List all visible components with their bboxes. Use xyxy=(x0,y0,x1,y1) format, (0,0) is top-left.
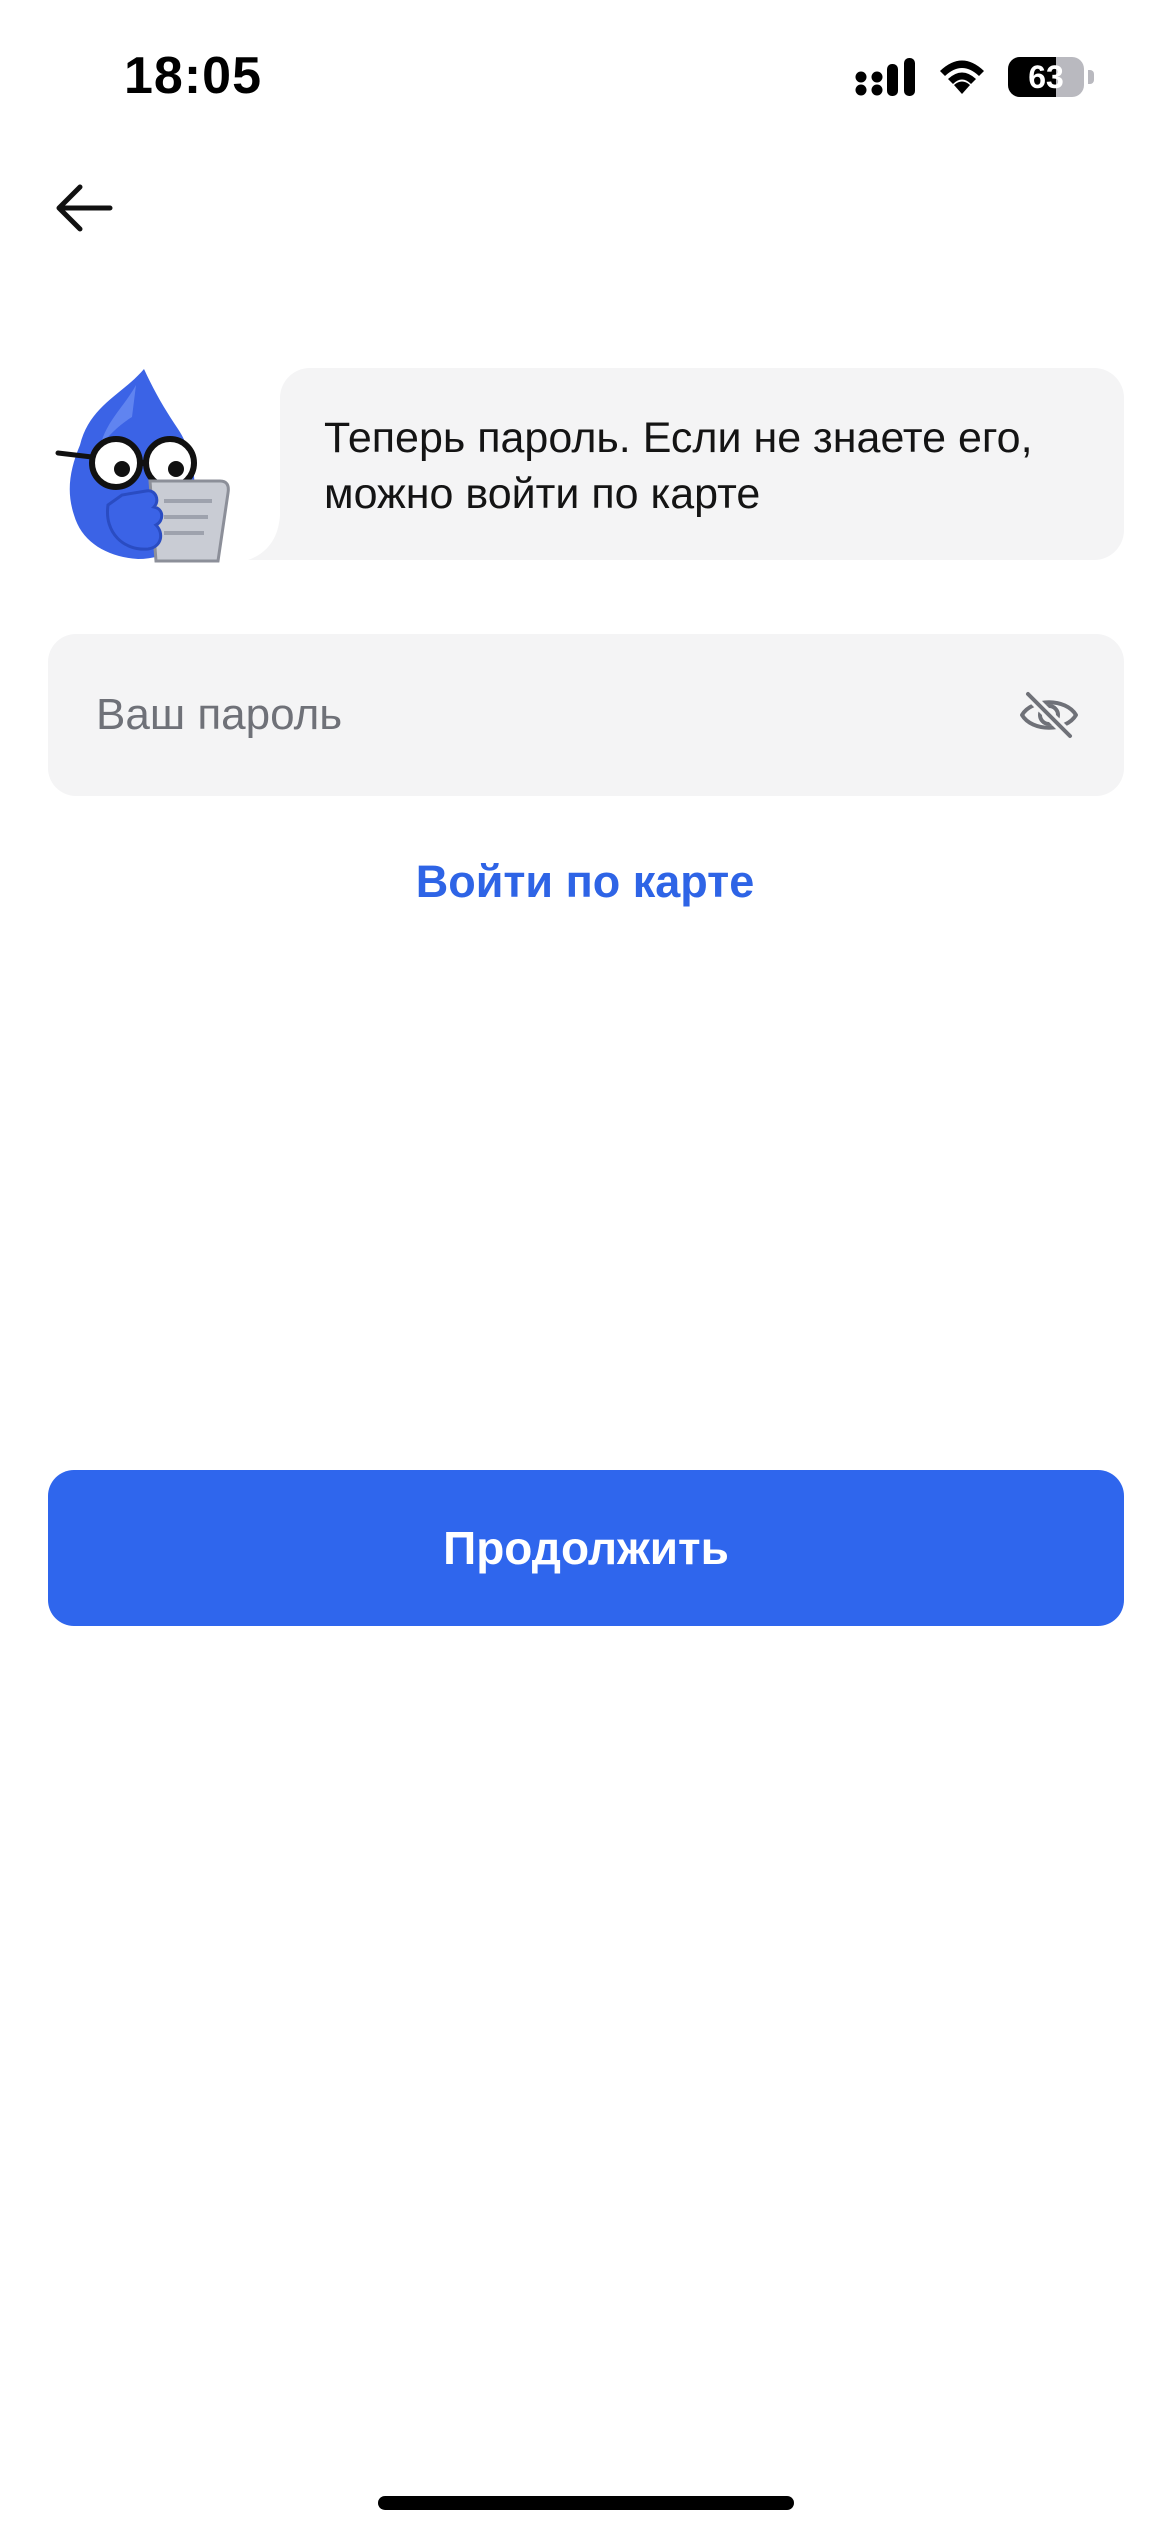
eye-slash-icon xyxy=(1020,690,1078,740)
wifi-icon xyxy=(940,60,984,94)
battery-body: 63 xyxy=(1008,57,1084,97)
password-input[interactable] xyxy=(96,634,996,796)
home-indicator xyxy=(378,2496,794,2510)
battery-cap xyxy=(1088,70,1094,84)
continue-button[interactable]: Продолжить xyxy=(48,1470,1124,1626)
battery-icon: 63 xyxy=(1008,57,1094,97)
status-bar: 18:05 63 xyxy=(0,0,1170,150)
arrow-left-icon xyxy=(56,184,113,232)
login-by-card-link[interactable]: Войти по карте xyxy=(0,856,1170,908)
password-visibility-toggle[interactable] xyxy=(1014,680,1084,750)
password-screen: 18:05 63 Теперь пароль. Если не знаете е… xyxy=(0,0,1170,2532)
assistant-message-bubble: Теперь пароль. Если не знаете его, можно… xyxy=(280,368,1124,560)
status-time: 18:05 xyxy=(124,47,262,105)
back-button[interactable] xyxy=(44,168,124,248)
battery-level: 63 xyxy=(1028,59,1064,95)
mascot-reading-icon xyxy=(55,369,230,563)
assistant-message: Теперь пароль. Если не знаете его, можно… xyxy=(324,414,1033,518)
password-field xyxy=(48,634,1124,796)
cellular-signal-icon xyxy=(855,58,915,96)
